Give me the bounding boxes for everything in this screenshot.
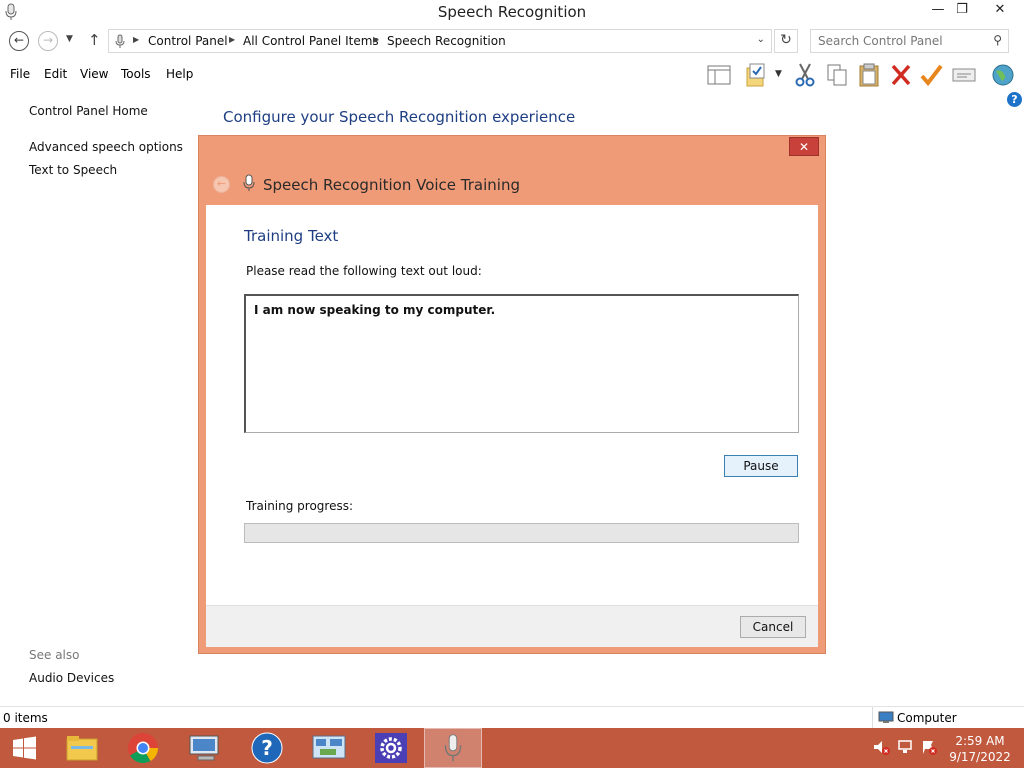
computer-icon [878, 711, 894, 723]
sidebar-link-text-to-speech[interactable]: Text to Speech [29, 163, 117, 177]
status-divider [872, 707, 873, 729]
speech-recognition-icon[interactable] [424, 728, 482, 768]
microphone-icon [243, 174, 255, 191]
dialog-close-button[interactable]: ✕ [789, 137, 819, 156]
refresh-button[interactable]: ↻ [774, 29, 798, 53]
cut-icon[interactable] [792, 62, 818, 88]
back-button[interactable]: ← [9, 31, 29, 51]
start-button[interactable] [0, 728, 50, 768]
breadcrumb-all-items[interactable]: All Control Panel Items [243, 34, 379, 48]
dialog-back-button[interactable]: ← [213, 176, 230, 193]
dialog-content: Training Text Please read the following … [206, 205, 818, 605]
search-box[interactable]: ⚲ [810, 29, 1009, 53]
pause-button[interactable]: Pause [724, 455, 798, 477]
menu-file[interactable]: File [10, 67, 30, 81]
help-icon[interactable]: ? [1007, 92, 1022, 107]
clock-time: 2:59 AM [955, 734, 1005, 748]
chevron-down-icon[interactable]: ⌄ [757, 34, 765, 45]
search-input[interactable] [818, 31, 988, 51]
up-button[interactable]: ↑ [88, 31, 101, 49]
recent-pages-dropdown[interactable]: ▼ [66, 34, 73, 44]
taskbar-clock[interactable]: 2:59 AM 9/17/2022 [944, 733, 1016, 765]
address-box[interactable]: ▶ Control Panel ▶ All Control Panel Item… [108, 29, 772, 53]
delete-icon[interactable] [888, 62, 914, 88]
breadcrumb-separator-icon[interactable]: ▶ [229, 35, 235, 44]
search-icon[interactable]: ⚲ [993, 33, 1002, 47]
forward-button[interactable]: → [38, 31, 58, 51]
training-progress-label: Training progress: [246, 499, 354, 513]
location-label: Computer [897, 711, 957, 725]
checkmark-icon[interactable] [918, 62, 944, 88]
training-text-box: I am now speaking to my computer. [244, 294, 799, 433]
menu-tools[interactable]: Tools [121, 67, 151, 81]
maximize-button[interactable]: ❐ [948, 0, 976, 22]
sidebar-link-advanced-speech-options[interactable]: Advanced speech options [29, 140, 183, 154]
taskbar: ? [0, 728, 1024, 768]
item-count: 0 items [3, 711, 48, 725]
network-icon[interactable] [300, 728, 358, 768]
svg-text:?: ? [261, 736, 273, 760]
training-progress-bar [244, 523, 799, 543]
globe-icon[interactable] [990, 62, 1016, 88]
sidebar-link-control-panel-home[interactable]: Control Panel Home [29, 104, 148, 118]
breadcrumb-speech-recognition[interactable]: Speech Recognition [387, 34, 506, 48]
instruction-text: Please read the following text out loud: [246, 264, 482, 278]
action-center-icon[interactable] [920, 738, 938, 756]
training-text-heading: Training Text [244, 227, 339, 245]
navigation-bar: ← → ▼ ↑ ▶ Control Panel ▶ All Control Pa… [0, 24, 1024, 58]
properties-icon[interactable] [951, 62, 977, 88]
breadcrumb-separator-icon[interactable]: ▶ [373, 35, 379, 44]
sidebar-link-audio-devices[interactable]: Audio Devices [29, 671, 114, 685]
remote-desktop-icon[interactable] [176, 728, 234, 768]
status-bar: 0 items Computer [0, 706, 1024, 729]
speech-text: I am now speaking to my computer. [254, 303, 496, 317]
see-also-heading: See also [29, 648, 80, 662]
folder-check-icon[interactable] [744, 62, 770, 88]
dialog-title: Speech Recognition Voice Training [263, 176, 520, 194]
help-icon[interactable]: ? [238, 728, 296, 768]
network-status-icon[interactable] [897, 738, 915, 756]
close-button[interactable]: ✕ [984, 0, 1016, 22]
dialog-footer: Cancel [206, 605, 818, 647]
cancel-button[interactable]: Cancel [740, 616, 806, 638]
volume-muted-icon[interactable] [872, 738, 890, 756]
copy-icon[interactable] [824, 62, 850, 88]
file-explorer-icon[interactable] [53, 728, 111, 768]
breadcrumb-separator-icon[interactable]: ▶ [133, 35, 139, 44]
microphone-icon [115, 34, 125, 48]
voice-training-dialog: ✕ ← Speech Recognition Voice Training Tr… [198, 135, 826, 654]
menu-help[interactable]: Help [166, 67, 193, 81]
menu-edit[interactable]: Edit [44, 67, 67, 81]
chevron-down-icon[interactable]: ▼ [775, 69, 782, 79]
breadcrumb-control-panel[interactable]: Control Panel [148, 34, 228, 48]
settings-icon[interactable] [362, 728, 420, 768]
paste-icon[interactable] [856, 62, 882, 88]
clock-date: 9/17/2022 [949, 750, 1011, 764]
menu-view[interactable]: View [80, 67, 108, 81]
chrome-icon[interactable] [114, 728, 172, 768]
page-title: Configure your Speech Recognition experi… [223, 108, 576, 126]
title-bar: Speech Recognition — ❐ ✕ [0, 0, 1024, 24]
window-title: Speech Recognition [437, 3, 587, 21]
layout-pane-icon[interactable] [706, 62, 732, 88]
